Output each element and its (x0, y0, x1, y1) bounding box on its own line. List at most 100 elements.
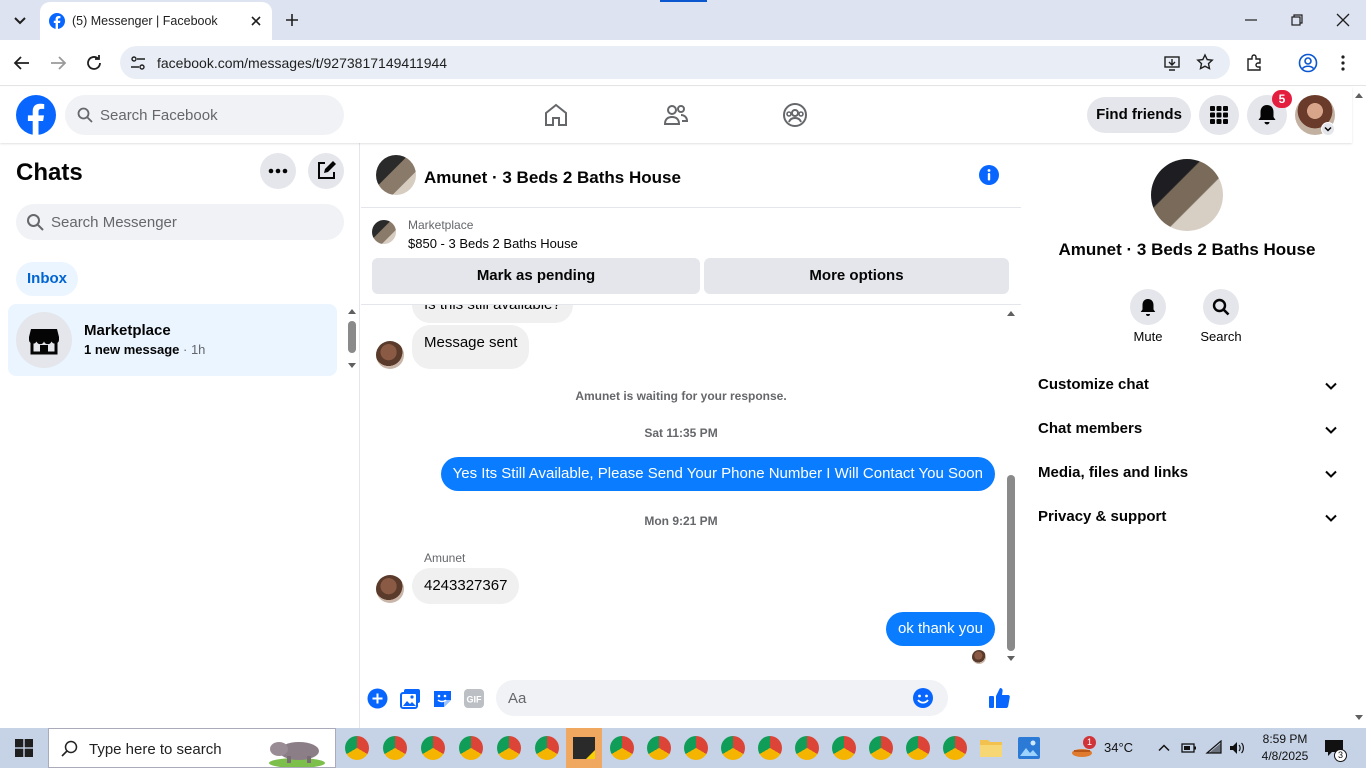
wifi-icon[interactable] (1205, 740, 1223, 756)
chrome-app-icon[interactable] (535, 736, 559, 760)
bookmark-star-icon[interactable] (1196, 53, 1214, 71)
chevron-down-icon (1325, 514, 1337, 522)
menu-grid-button[interactable] (1199, 95, 1239, 135)
inbox-tab[interactable]: Inbox (16, 262, 78, 296)
conversation-header: Amunet · 3 Beds 2 Baths House (361, 143, 1021, 208)
scroll-up-arrow-icon[interactable] (1354, 91, 1364, 99)
thumbs-up-icon[interactable] (987, 686, 1011, 710)
forward-arrow-icon[interactable] (49, 54, 67, 72)
chrome-app-icon[interactable] (459, 736, 483, 760)
new-message-button[interactable] (308, 153, 344, 189)
chats-options-button[interactable] (260, 153, 296, 189)
new-tab-plus-icon[interactable] (284, 12, 300, 28)
listing-title[interactable]: $850 - 3 Beds 2 Baths House (408, 236, 578, 251)
privacy-support-section[interactable]: Privacy & support (1038, 508, 1338, 530)
install-app-icon[interactable] (1163, 54, 1181, 72)
volume-icon[interactable] (1228, 740, 1246, 756)
chat-item-time: · 1h (179, 342, 206, 357)
scroll-down-arrow-icon[interactable] (347, 362, 357, 370)
messenger-search-input[interactable]: Search Messenger (16, 204, 344, 240)
chrome-app-icon[interactable] (906, 736, 930, 760)
home-icon[interactable] (543, 102, 569, 128)
find-friends-button[interactable]: Find friends (1087, 97, 1191, 133)
scroll-down-arrow-icon[interactable] (1354, 714, 1364, 722)
chrome-app-icon[interactable] (497, 736, 521, 760)
gif-icon[interactable]: GIF (463, 688, 485, 709)
minimize-window-icon[interactable] (1243, 12, 1259, 28)
groups-icon[interactable] (782, 102, 808, 128)
tray-chevron-up-icon[interactable] (1157, 741, 1171, 755)
search-icon (61, 740, 79, 758)
taskbar-time[interactable]: 8:59 PM (1255, 732, 1315, 746)
mute-button[interactable] (1130, 289, 1166, 325)
media-files-links-section[interactable]: Media, files and links (1038, 464, 1338, 486)
thread-scrollbar-thumb[interactable] (1007, 475, 1015, 651)
listing-thumbnail[interactable] (372, 220, 396, 244)
account-chevron-icon[interactable] (1321, 122, 1335, 136)
photos-app-icon[interactable] (1017, 736, 1041, 760)
sender-name: Amunet (424, 551, 466, 565)
facebook-search-input[interactable]: Search Facebook (65, 95, 344, 135)
chrome-app-icon[interactable] (832, 736, 856, 760)
mark-as-pending-button[interactable]: Mark as pending (372, 258, 700, 294)
chrome-app-icon[interactable] (758, 736, 782, 760)
sender-avatar[interactable] (376, 575, 404, 603)
message-input[interactable]: Aa (496, 680, 948, 716)
scroll-up-arrow-icon[interactable] (1006, 309, 1016, 317)
customize-chat-section[interactable]: Customize chat (1038, 376, 1338, 398)
chrome-app-icon[interactable] (721, 736, 745, 760)
chrome-app-icon[interactable] (383, 736, 407, 760)
sticker-icon[interactable] (432, 688, 453, 709)
more-options-button[interactable]: More options (704, 258, 1009, 294)
chrome-app-icon[interactable] (421, 736, 445, 760)
conversation-avatar[interactable] (376, 155, 416, 195)
windows-start-icon[interactable] (15, 739, 33, 757)
chrome-app-icon[interactable] (869, 736, 893, 760)
chat-list-item-marketplace[interactable]: Marketplace 1 new message · 1h (8, 304, 337, 376)
chats-scrollbar-thumb[interactable] (348, 321, 356, 353)
reload-icon[interactable] (85, 54, 103, 72)
chrome-app-icon[interactable] (943, 736, 967, 760)
notification-count-badge: 5 (1272, 90, 1292, 108)
sticky-notes-app[interactable] (566, 728, 602, 768)
chrome-app-icon[interactable] (647, 736, 671, 760)
chat-members-section[interactable]: Chat members (1038, 420, 1338, 442)
facebook-logo-icon[interactable] (16, 95, 56, 135)
back-arrow-icon[interactable] (13, 54, 31, 72)
tab-indicator (660, 0, 707, 2)
address-bar[interactable]: facebook.com/messages/t/9273817149411944 (120, 46, 1230, 79)
scroll-down-arrow-icon[interactable] (1006, 655, 1016, 663)
plus-circle-icon[interactable] (367, 688, 388, 709)
details-avatar[interactable] (1151, 159, 1223, 231)
conversation-name[interactable]: Amunet · 3 Beds 2 Baths House (424, 168, 681, 188)
page-scrollbar[interactable] (1352, 87, 1366, 728)
notification-count-badge: 3 (1334, 749, 1347, 762)
info-icon[interactable] (978, 164, 1000, 186)
search-conversation-button[interactable] (1203, 289, 1239, 325)
weather-temperature[interactable]: 34°C (1104, 740, 1133, 755)
profile-icon[interactable] (1298, 53, 1318, 73)
site-info-icon[interactable] (129, 54, 147, 72)
tab-search-chevron-icon[interactable] (10, 10, 30, 30)
browser-menu-icon[interactable] (1334, 53, 1352, 73)
photo-gallery-icon[interactable] (400, 688, 421, 709)
chrome-app-icon[interactable] (345, 736, 369, 760)
close-window-icon[interactable] (1335, 12, 1351, 28)
sender-avatar[interactable] (376, 341, 404, 369)
extensions-puzzle-icon[interactable] (1245, 54, 1263, 72)
waiting-notice: Amunet is waiting for your response. (575, 389, 787, 403)
taskbar-search-input[interactable]: Type here to search (48, 728, 336, 768)
taskbar-date[interactable]: 4/8/2025 (1255, 749, 1315, 763)
emoji-icon[interactable] (912, 687, 934, 709)
battery-icon[interactable] (1181, 741, 1197, 755)
friends-icon[interactable] (663, 102, 689, 128)
chrome-app-icon[interactable] (684, 736, 708, 760)
chat-item-name: Marketplace (84, 322, 171, 339)
file-explorer-icon[interactable] (979, 737, 1003, 759)
close-tab-icon[interactable] (248, 13, 264, 29)
chrome-app-icon[interactable] (795, 736, 819, 760)
restore-window-icon[interactable] (1289, 12, 1305, 28)
chrome-app-icon[interactable] (610, 736, 634, 760)
browser-tab-messenger[interactable]: (5) Messenger | Facebook (40, 2, 272, 40)
scroll-up-arrow-icon[interactable] (347, 307, 357, 315)
